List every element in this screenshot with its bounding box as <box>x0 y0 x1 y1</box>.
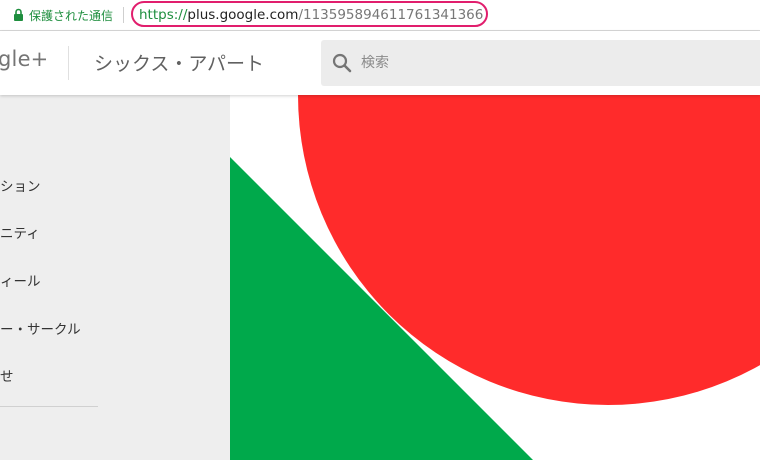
sidebar-divider <box>0 406 98 407</box>
sidebar-item-communities[interactable]: ニティ <box>0 222 40 242</box>
url-text[interactable]: https://plus.google.com/1135958946117613… <box>139 5 483 25</box>
sidebar-item-people-circles[interactable]: ー・サークル <box>0 318 81 338</box>
secure-connection-indicator[interactable]: 保護された通信 <box>13 5 125 25</box>
search-icon[interactable] <box>331 52 353 74</box>
url-host: plus.google.com <box>187 7 299 23</box>
url-path: /113595894611761341366 <box>298 7 484 23</box>
lock-icon <box>14 8 23 21</box>
cover-image <box>230 95 760 460</box>
cover-art <box>230 95 760 460</box>
google-plus-logo[interactable]: gle+ <box>0 47 48 71</box>
search-box[interactable] <box>321 40 760 86</box>
address-bar-divider <box>123 7 125 23</box>
header-divider <box>68 46 69 80</box>
search-input[interactable] <box>361 53 661 73</box>
sidebar-item-collections[interactable]: ション <box>0 175 41 195</box>
sidebar: ション ニティ ィール ー・サークル せ <box>0 95 230 460</box>
url-scheme: https:// <box>139 7 188 23</box>
browser-address-bar[interactable]: 保護された通信 https://plus.google.com/11359589… <box>0 0 760 31</box>
page-title: シックス・アパート <box>94 53 265 75</box>
secure-label: 保護された通信 <box>29 8 114 23</box>
gplus-header: gle+ シックス・アパート <box>0 31 760 95</box>
sidebar-item-notifications[interactable]: せ <box>0 365 14 385</box>
sidebar-item-profile[interactable]: ィール <box>0 270 41 290</box>
